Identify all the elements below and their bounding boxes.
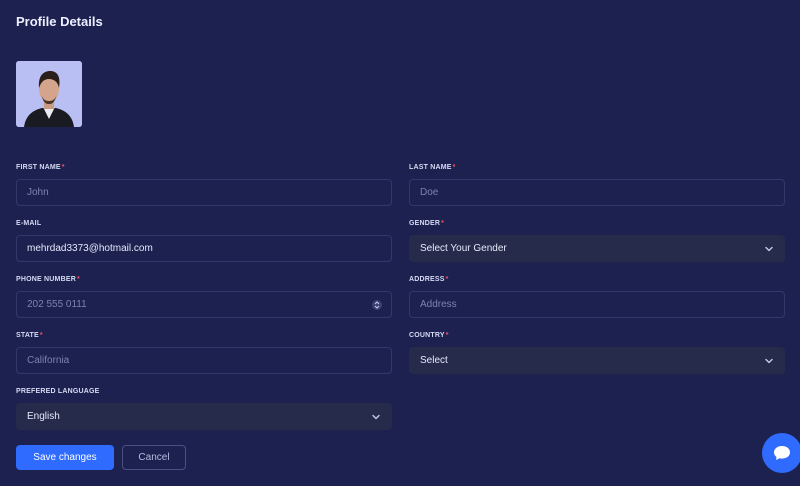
- language-selected: English: [27, 411, 60, 422]
- last-name-field[interactable]: Doe: [409, 179, 785, 206]
- state-label: STATE*: [16, 332, 43, 339]
- chevron-down-icon: [372, 414, 380, 420]
- phone-placeholder: 202 555 0111: [27, 299, 87, 310]
- stepper-icon[interactable]: [372, 299, 382, 311]
- profile-page: Profile Details FIRST NAME* John LAST NA…: [0, 0, 800, 486]
- state-placeholder: California: [27, 355, 70, 366]
- chat-bubble-icon: [774, 446, 790, 460]
- first-name-placeholder: John: [27, 187, 49, 198]
- email-label: E-MAIL: [16, 220, 42, 227]
- first-name-label: FIRST NAME*: [16, 164, 65, 171]
- country-selected: Select: [420, 355, 448, 366]
- country-label: COUNTRY*: [409, 332, 449, 339]
- avatar[interactable]: [16, 61, 82, 127]
- phone-label: PHONE NUMBER*: [16, 276, 80, 283]
- cancel-button[interactable]: Cancel: [122, 445, 186, 470]
- gender-select[interactable]: Select Your Gender: [409, 235, 785, 262]
- address-field[interactable]: Address: [409, 291, 785, 318]
- chevron-down-icon: [765, 358, 773, 364]
- page-title: Profile Details: [16, 14, 103, 29]
- phone-field[interactable]: 202 555 0111: [16, 291, 392, 318]
- email-field[interactable]: mehrdad3373@hotmail.com: [16, 235, 392, 262]
- first-name-field[interactable]: John: [16, 179, 392, 206]
- state-field[interactable]: California: [16, 347, 392, 374]
- last-name-label: LAST NAME*: [409, 164, 456, 171]
- address-label: ADDRESS*: [409, 276, 449, 283]
- address-placeholder: Address: [420, 299, 457, 310]
- country-select[interactable]: Select: [409, 347, 785, 374]
- chat-button[interactable]: [762, 433, 800, 473]
- chevron-down-icon: [765, 246, 773, 252]
- language-select[interactable]: English: [16, 403, 392, 430]
- gender-selected: Select Your Gender: [420, 243, 507, 254]
- last-name-placeholder: Doe: [420, 187, 439, 198]
- gender-label: GENDER*: [409, 220, 445, 227]
- language-label: PREFERED LANGUAGE: [16, 388, 100, 395]
- email-value: mehrdad3373@hotmail.com: [27, 243, 153, 254]
- save-button[interactable]: Save changes: [16, 445, 114, 470]
- avatar-image: [16, 61, 82, 127]
